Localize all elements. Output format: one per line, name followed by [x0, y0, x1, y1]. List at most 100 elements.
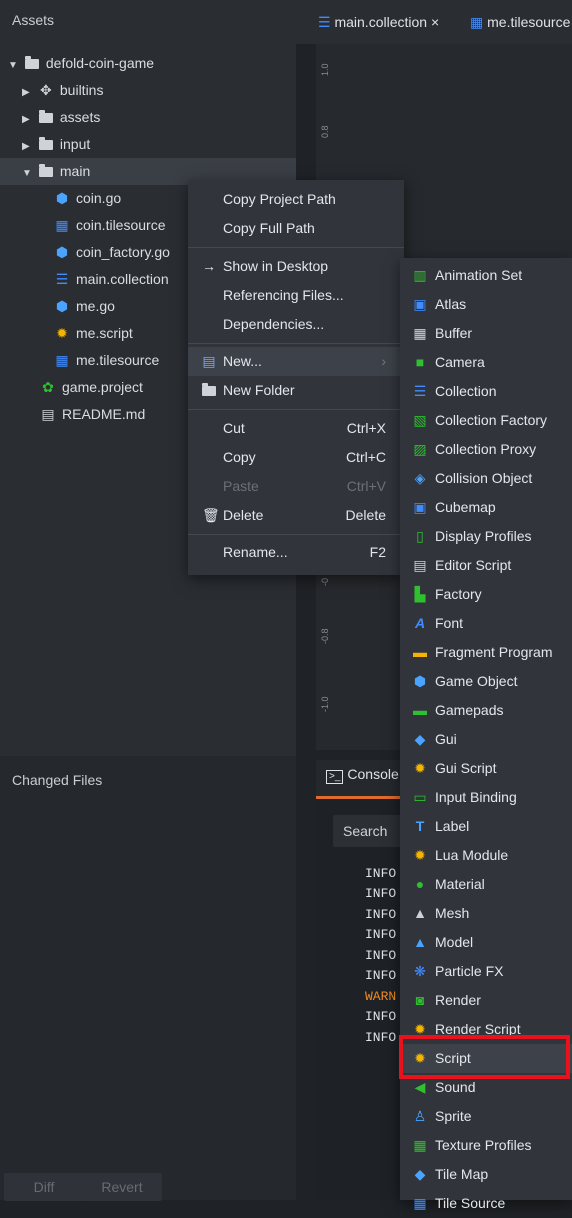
- tree-item-coin-go[interactable]: ⬢ coin.go: [54, 185, 121, 212]
- submenu-item-cubemap[interactable]: ▣ Cubemap: [400, 493, 572, 522]
- tree-item-builtins[interactable]: ▶ ✥ builtins: [22, 77, 103, 104]
- game-object-icon: ⬢: [55, 298, 69, 314]
- atlas-icon: ▣: [413, 296, 427, 312]
- tree-item-coin-factory-go[interactable]: ⬢ coin_factory.go: [54, 239, 170, 266]
- menu-item-paste: Paste Ctrl+V: [223, 478, 386, 494]
- tilesource-icon: ▦: [55, 217, 69, 233]
- submenu-item-mesh[interactable]: ▲ Mesh: [400, 899, 572, 928]
- submenu-item-display-profiles[interactable]: ▯ Display Profiles: [400, 522, 572, 551]
- tab-main-collection[interactable]: ☰ main.collection ×: [318, 11, 439, 33]
- input-binding-icon: ▭: [413, 789, 427, 805]
- folder-icon: [202, 376, 216, 405]
- tilesource-icon: ▦: [413, 1195, 427, 1211]
- collection-proxy-icon: ▨: [413, 441, 427, 457]
- menu-item-new-folder[interactable]: New Folder: [188, 376, 404, 405]
- submenu-item-camera[interactable]: ■ Camera: [400, 348, 572, 377]
- buffer-icon: ▦: [413, 325, 427, 341]
- submenu-item-model[interactable]: ▲ Model: [400, 928, 572, 957]
- menu-item-referencing-files[interactable]: Referencing Files...: [188, 281, 404, 310]
- folder-icon: [38, 131, 54, 158]
- submenu-item-buffer[interactable]: ▦ Buffer: [400, 319, 572, 348]
- submenu-item-render[interactable]: ◙ Render: [400, 986, 572, 1015]
- submenu-item-collection[interactable]: ☰ Collection: [400, 377, 572, 406]
- menu-item-rename[interactable]: Rename... F2: [188, 538, 404, 567]
- render-icon: ◙: [415, 992, 425, 1008]
- submenu-item-gamepads[interactable]: ▬ Gamepads: [400, 696, 572, 725]
- submenu-item-atlas[interactable]: ▣ Atlas: [400, 290, 572, 319]
- submenu-item-collection-proxy[interactable]: ▨ Collection Proxy: [400, 435, 572, 464]
- menu-item-delete[interactable]: 🗑 Delete Delete: [188, 501, 404, 530]
- chevron-right-icon[interactable]: ▶: [22, 79, 34, 106]
- submenu-item-texture-profiles[interactable]: ▦ Texture Profiles: [400, 1131, 572, 1160]
- texture-profiles-icon: ▦: [413, 1137, 427, 1153]
- submenu-item-gui-script[interactable]: ✹ Gui Script: [400, 754, 572, 783]
- menu-item-dependencies[interactable]: Dependencies...: [188, 310, 404, 339]
- tree-item-me-tilesource[interactable]: ▦ me.tilesource: [54, 347, 159, 374]
- submenu-item-animation-set[interactable]: ▥ Animation Set: [400, 261, 572, 290]
- menu-item-copy[interactable]: Copy Ctrl+C: [188, 443, 404, 472]
- cubemap-icon: ▣: [413, 499, 427, 515]
- menu-item-new[interactable]: ▤ New... ›: [188, 347, 404, 376]
- chevron-down-icon[interactable]: ▼: [8, 52, 20, 79]
- revert-button[interactable]: Revert: [82, 1173, 162, 1201]
- tab-me-tilesource[interactable]: ▦ me.tilesource: [470, 11, 570, 33]
- submenu-item-input-binding[interactable]: ▭ Input Binding: [400, 783, 572, 812]
- assets-title: Assets: [12, 12, 55, 28]
- chevron-down-icon[interactable]: ▼: [22, 160, 34, 187]
- submenu-item-game-object[interactable]: ⬢ Game Object: [400, 667, 572, 696]
- submenu-item-fragment-program[interactable]: ▬ Fragment Program: [400, 638, 572, 667]
- tile-map-icon: ◆: [414, 1166, 426, 1182]
- script-icon: ✹: [56, 325, 68, 341]
- tree-item-main-collection[interactable]: ☰ main.collection: [54, 266, 169, 293]
- submenu-item-font[interactable]: A Font: [400, 609, 572, 638]
- menu-item-copy-full-path[interactable]: Copy Full Path: [188, 214, 404, 243]
- collection-icon: ☰: [55, 271, 69, 287]
- submenu-item-tile-source[interactable]: ▦ Tile Source: [400, 1189, 572, 1218]
- submenu-item-collection-factory[interactable]: ▧ Collection Factory: [400, 406, 572, 435]
- submenu-item-gui[interactable]: ◆ Gui: [400, 725, 572, 754]
- display-profiles-icon: ▯: [416, 528, 424, 544]
- game-object-icon: ⬢: [413, 673, 427, 689]
- submenu-item-factory[interactable]: ▙ Factory: [400, 580, 572, 609]
- submenu-item-collision-object[interactable]: ◈ Collision Object: [400, 464, 572, 493]
- menu-item-copy-project-path[interactable]: Copy Project Path: [188, 185, 404, 214]
- gui-icon: ◆: [414, 731, 426, 747]
- changed-files-title: Changed Files: [12, 772, 103, 788]
- diff-button[interactable]: Diff: [4, 1173, 84, 1201]
- tab-console[interactable]: >_ Console: [326, 766, 399, 784]
- submenu-item-tile-map[interactable]: ◆ Tile Map: [400, 1160, 572, 1189]
- label-icon: T: [415, 818, 425, 834]
- submenu-item-particle-fx[interactable]: ❋ Particle FX: [400, 957, 572, 986]
- chevron-right-icon[interactable]: ▶: [22, 133, 34, 160]
- chevron-right-icon[interactable]: ▶: [22, 106, 34, 133]
- submenu-item-lua-module[interactable]: ✹ Lua Module: [400, 841, 572, 870]
- submenu-item-editor-script[interactable]: ▤ Editor Script: [400, 551, 572, 580]
- menu-item-show-in-desktop[interactable]: → Show in Desktop: [188, 252, 404, 281]
- tree-item-input[interactable]: ▶ input: [22, 131, 90, 158]
- log-line-warning: WARN: [365, 989, 397, 1004]
- arrow-right-icon: →: [202, 258, 216, 274]
- material-icon: ●: [415, 876, 425, 892]
- gui-script-icon: ✹: [414, 760, 426, 776]
- folder-icon: [38, 104, 54, 131]
- submenu-item-label[interactable]: T Label: [400, 812, 572, 841]
- trash-icon: 🗑: [202, 507, 220, 523]
- submenu-item-sprite[interactable]: ♙ Sprite: [400, 1102, 572, 1131]
- tree-item-defold-coin-game[interactable]: ▼ defold-coin-game: [8, 50, 154, 77]
- log-line: INFO: [365, 1009, 397, 1024]
- submenu-item-material[interactable]: ● Material: [400, 870, 572, 899]
- menu-separator: [188, 247, 404, 248]
- tree-item-readme[interactable]: ▤ README.md: [40, 401, 145, 428]
- model-icon: ▲: [413, 934, 427, 950]
- close-icon[interactable]: ×: [431, 14, 439, 30]
- tree-item-coin-tilesource[interactable]: ▦ coin.tilesource: [54, 212, 165, 239]
- game-object-icon: ⬢: [55, 190, 69, 206]
- menu-item-cut[interactable]: Cut Ctrl+X: [188, 414, 404, 443]
- game-project-icon: ✿: [42, 379, 54, 395]
- animation-set-icon: ▥: [413, 267, 427, 283]
- tree-item-me-go[interactable]: ⬢ me.go: [54, 293, 115, 320]
- tree-item-assets[interactable]: ▶ assets: [22, 104, 100, 131]
- tree-item-me-script[interactable]: ✹ me.script: [54, 320, 133, 347]
- tree-item-game-project[interactable]: ✿ game.project: [40, 374, 143, 401]
- context-menu: Copy Project Path Copy Full Path → Show i…: [188, 180, 404, 575]
